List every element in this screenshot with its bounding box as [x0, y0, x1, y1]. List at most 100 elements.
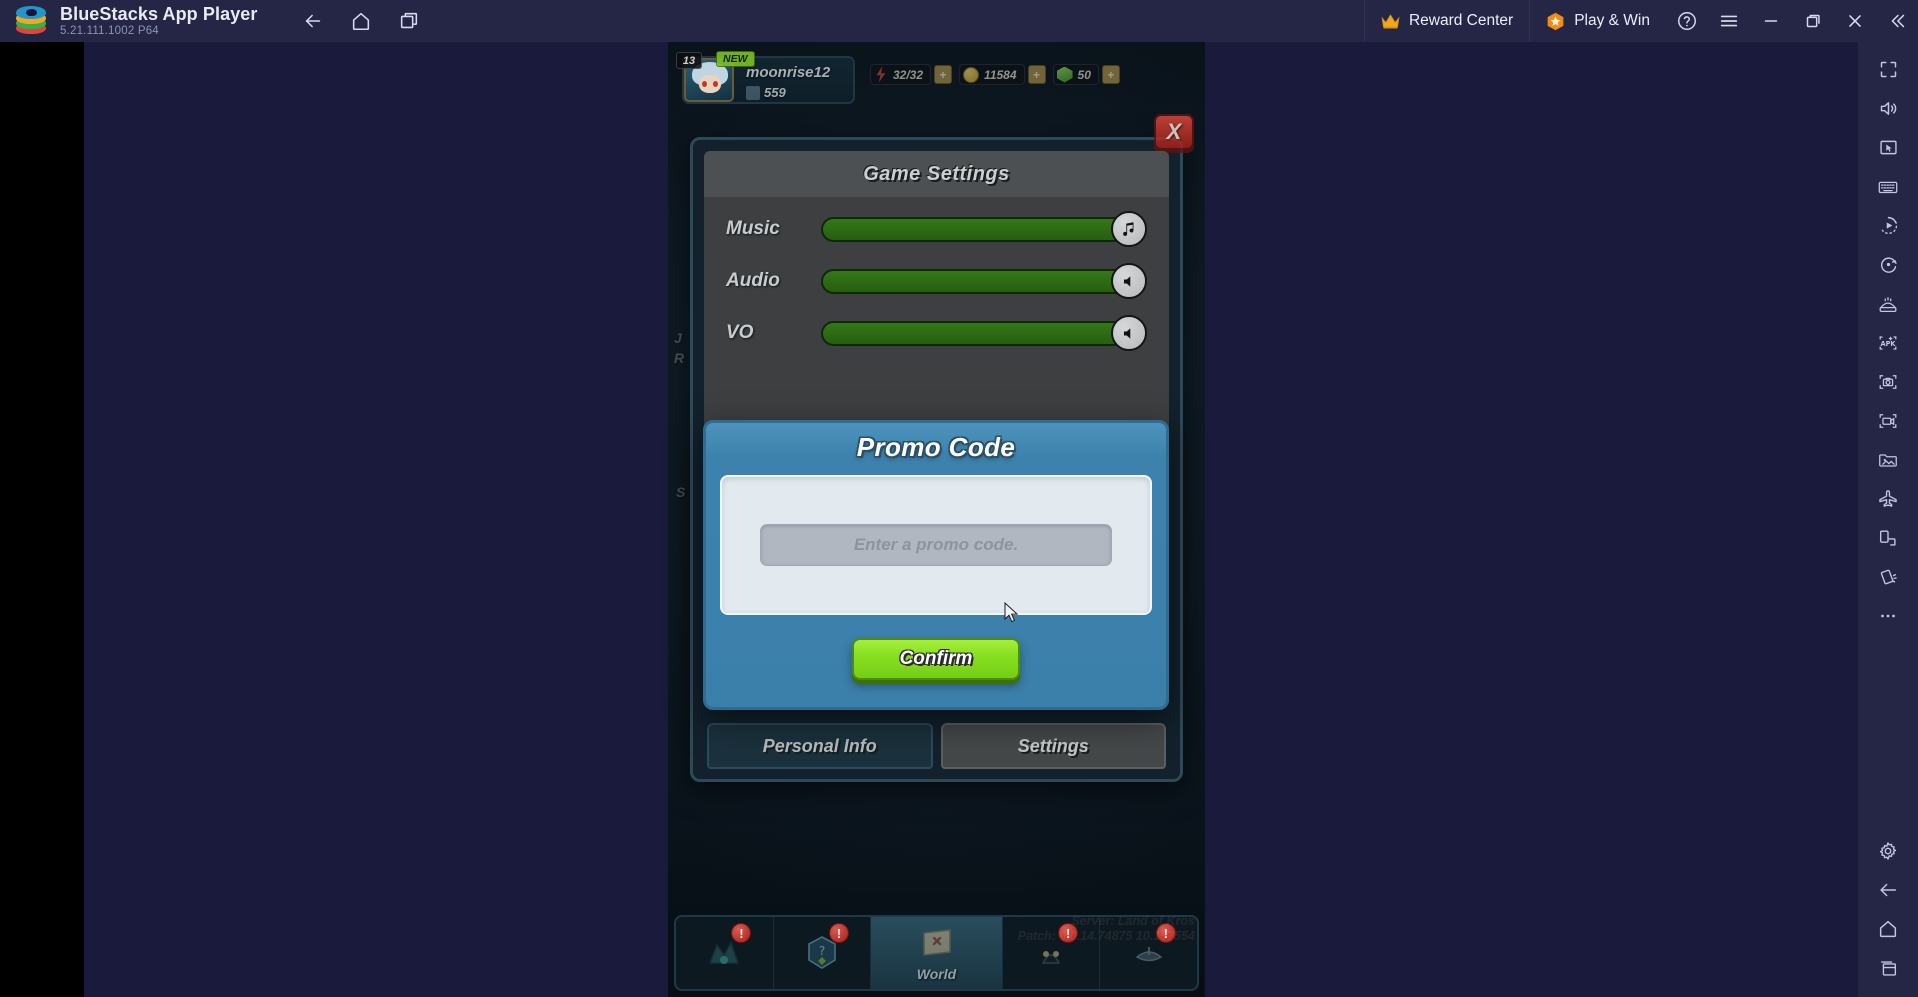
gold-add-button[interactable]: +	[1027, 65, 1046, 84]
window-titlebar: BlueStacks App Player 5.21.111.1002 P64	[0, 0, 1918, 42]
reward-center-label: Reward Center	[1408, 12, 1514, 29]
eco-mode-icon[interactable]	[1866, 479, 1910, 518]
crown-icon	[1381, 13, 1400, 29]
gold-chip: 11584	[959, 64, 1025, 85]
hamburger-menu-icon	[1720, 15, 1738, 27]
letterbox-left	[0, 42, 84, 997]
back-button[interactable]	[294, 4, 332, 38]
vo-slider[interactable]	[821, 320, 1131, 346]
gem-add-button[interactable]: +	[1101, 65, 1120, 84]
alert-badge: !	[829, 923, 850, 943]
promo-code-placeholder: Enter a promo code.	[853, 535, 1019, 554]
macro-icon[interactable]	[1866, 206, 1910, 245]
minimize-icon	[1764, 20, 1778, 22]
reward-center-button[interactable]: Reward Center	[1363, 0, 1529, 42]
tab-personal-info[interactable]: Personal Info	[707, 723, 933, 769]
nav-territory[interactable]: !	[676, 917, 774, 989]
settings-title-bar: Game Settings	[704, 151, 1169, 197]
minimize-button[interactable]	[1750, 0, 1792, 42]
energy-group[interactable]: 32/32 +	[870, 64, 953, 85]
speaker-icon[interactable]	[1111, 263, 1147, 299]
rotate-device-icon[interactable]	[1866, 518, 1910, 557]
multi-instance-button[interactable]	[390, 4, 428, 38]
titlebar-nav-group	[294, 4, 428, 38]
game-bottom-nav: ! ? ! World ! !	[674, 915, 1199, 991]
close-window-button[interactable]	[1834, 0, 1876, 42]
audio-label: Audio	[726, 270, 780, 291]
settings-tab-bar: Personal Info Settings	[707, 723, 1166, 769]
record-icon[interactable]	[1866, 401, 1910, 440]
shake-icon[interactable]	[1866, 557, 1910, 596]
bluestacks-logo-icon	[14, 4, 48, 38]
settings-gear-icon[interactable]	[1866, 831, 1910, 870]
nav-shop[interactable]: !	[1100, 917, 1197, 989]
setting-row-music: Music	[704, 209, 1169, 249]
multi-instance-icon[interactable]	[1866, 284, 1910, 323]
energy-add-button[interactable]: +	[934, 65, 953, 84]
menu-button[interactable]	[1708, 0, 1750, 42]
play-and-win-button[interactable]: Play & Win	[1529, 0, 1666, 42]
gem-icon	[1056, 66, 1073, 83]
energy-chip: 32/32	[870, 64, 932, 85]
promo-code-input[interactable]: Enter a promo code.	[760, 524, 1112, 566]
alert-badge: !	[1058, 923, 1079, 943]
tab-settings[interactable]: Settings	[940, 723, 1166, 769]
maximize-button[interactable]	[1792, 0, 1834, 42]
music-label: Music	[726, 218, 780, 239]
maximize-icon	[1806, 14, 1820, 28]
app-version: 5.21.111.1002 P64	[60, 25, 159, 38]
close-icon	[1849, 15, 1861, 27]
gem-group[interactable]: 50 +	[1052, 64, 1120, 85]
gem-value: 50	[1077, 67, 1091, 82]
apk-install-icon[interactable]: APK	[1866, 323, 1910, 362]
player-power-value: 559	[764, 85, 786, 100]
alert-badge: !	[731, 923, 752, 943]
nav-world[interactable]: World	[871, 917, 1003, 989]
svg-text:?: ?	[819, 944, 825, 958]
copy-icon	[400, 12, 417, 29]
promo-code-body: Enter a promo code.	[720, 475, 1152, 615]
setting-row-audio: Audio	[704, 261, 1169, 301]
music-slider[interactable]	[821, 216, 1131, 242]
nav-heroes[interactable]: !	[1003, 917, 1101, 989]
bg-fragment: S	[676, 484, 686, 500]
screenshot-icon[interactable]	[1866, 362, 1910, 401]
confirm-button[interactable]: Confirm	[852, 638, 1020, 680]
audio-slider[interactable]	[821, 268, 1131, 294]
close-settings-button[interactable]: X	[1154, 114, 1194, 150]
home-icon[interactable]	[1866, 909, 1910, 948]
emulator-stage: J R S kies ck s ity 13 NEW moonrise12 55…	[0, 42, 1858, 997]
gold-group[interactable]: 11584 +	[959, 64, 1046, 85]
collapse-sidebar-button[interactable]	[1876, 0, 1918, 42]
back-arrow-icon[interactable]	[1866, 870, 1910, 909]
player-hud: 13 NEW moonrise12 559 32/32 + 11584 + 50…	[674, 51, 1199, 104]
app-identity: BlueStacks App Player 5.21.111.1002 P64	[60, 3, 258, 38]
help-button[interactable]	[1666, 0, 1708, 42]
gem-chip: 50	[1052, 64, 1099, 85]
play-and-win-label: Play & Win	[1574, 12, 1650, 29]
media-manager-icon[interactable]	[1866, 440, 1910, 479]
home-button[interactable]	[342, 4, 380, 38]
keyboard-icon[interactable]	[1866, 167, 1910, 206]
more-options-icon[interactable]	[1866, 596, 1910, 635]
alert-badge: !	[1155, 923, 1176, 943]
music-note-icon[interactable]	[1111, 211, 1147, 247]
player-name: moonrise12	[746, 64, 831, 81]
nav-quest[interactable]: ? !	[774, 917, 872, 989]
fullscreen-icon[interactable]	[1866, 50, 1910, 89]
cursor-icon[interactable]	[1866, 128, 1910, 167]
volume-icon[interactable]	[1866, 89, 1910, 128]
speaker-icon[interactable]	[1111, 315, 1147, 351]
bg-fragment: R	[674, 350, 685, 366]
gold-value: 11584	[984, 67, 1017, 82]
setting-row-vo: VO	[704, 313, 1169, 353]
settings-title: Game Settings	[863, 162, 1010, 185]
bg-fragment: J	[674, 330, 682, 346]
promo-code-title: Promo Code	[856, 431, 1016, 462]
app-title: BlueStacks App Player	[60, 3, 258, 24]
vo-label: VO	[726, 322, 754, 343]
promo-code-footer: Confirm	[706, 615, 1166, 703]
mouse-cursor	[1004, 602, 1019, 623]
recents-icon[interactable]	[1866, 948, 1910, 987]
sync-icon[interactable]	[1866, 245, 1910, 284]
